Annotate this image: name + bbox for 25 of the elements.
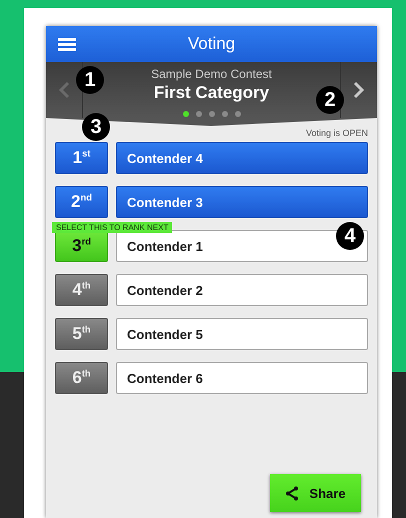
next-chevron-icon[interactable] bbox=[353, 81, 365, 99]
voting-status: Voting is OPEN bbox=[306, 128, 368, 138]
rank-button[interactable]: 6$^{th}$ bbox=[55, 362, 108, 394]
page-dot[interactable] bbox=[182, 111, 188, 117]
share-icon bbox=[285, 486, 300, 500]
contender-button[interactable]: Contender 3 bbox=[116, 186, 368, 218]
screen-title: Voting bbox=[188, 34, 236, 54]
rank-button[interactable]: 1$^{st}$ bbox=[55, 142, 108, 174]
page-dot[interactable] bbox=[208, 111, 214, 117]
menu-icon[interactable] bbox=[58, 38, 76, 51]
contender-button[interactable]: Contender 6 bbox=[116, 362, 368, 394]
contest-name: Sample Demo Contest bbox=[151, 67, 272, 81]
rank-button[interactable]: 2$^{nd}$ bbox=[55, 186, 108, 218]
page-dot[interactable] bbox=[234, 111, 240, 117]
page-dot[interactable] bbox=[222, 111, 228, 117]
rank-button[interactable]: 4$^{th}$ bbox=[55, 274, 108, 306]
contender-button[interactable]: Contender 4 bbox=[116, 142, 368, 174]
category-title: First Category bbox=[154, 83, 270, 103]
contender-button[interactable]: Contender 5 bbox=[116, 318, 368, 350]
page-dot[interactable] bbox=[196, 111, 202, 117]
rank-button[interactable]: 3$^{rd}$ bbox=[55, 230, 108, 262]
rank-hint: SELECT THIS TO RANK NEXT bbox=[52, 222, 172, 233]
share-button[interactable]: Share bbox=[270, 474, 361, 512]
contender-button[interactable]: Contender 2 bbox=[116, 274, 368, 306]
rank-button[interactable]: 5$^{th}$ bbox=[55, 318, 108, 350]
